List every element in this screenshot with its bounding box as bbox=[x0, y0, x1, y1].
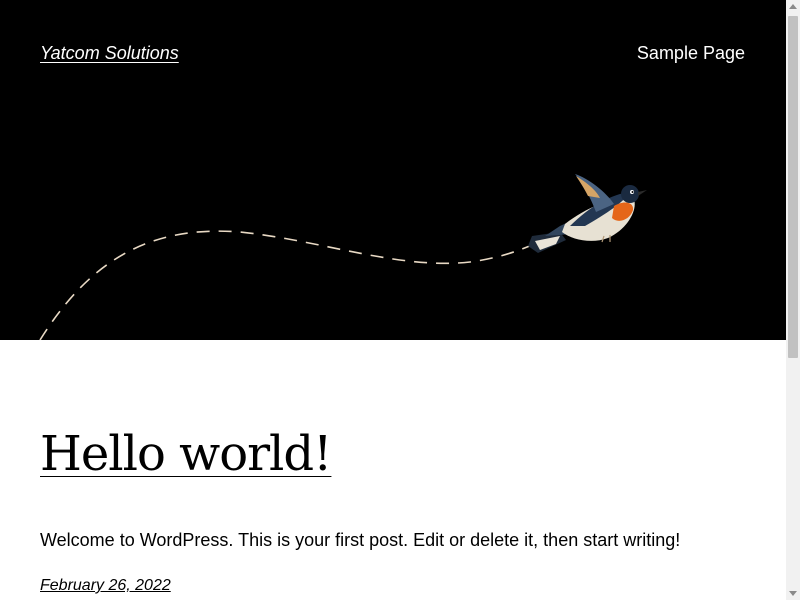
hero-illustration bbox=[39, 174, 647, 340]
page-viewport: Yatcom Solutions Sample Page Hello world… bbox=[0, 0, 786, 600]
scrollbar-thumb[interactable] bbox=[788, 16, 798, 358]
scroll-up-arrow-icon[interactable] bbox=[789, 4, 797, 9]
vertical-scrollbar[interactable] bbox=[786, 0, 800, 600]
post-date-link[interactable]: February 26, 2022 bbox=[40, 577, 171, 595]
scroll-down-arrow-icon[interactable] bbox=[789, 591, 797, 596]
bird-icon bbox=[528, 174, 647, 253]
site-header: Yatcom Solutions Sample Page bbox=[0, 0, 786, 340]
flight-path bbox=[39, 230, 533, 340]
post-excerpt: Welcome to WordPress. This is your first… bbox=[40, 530, 681, 550]
post-title-link[interactable]: Hello world! bbox=[40, 426, 332, 482]
